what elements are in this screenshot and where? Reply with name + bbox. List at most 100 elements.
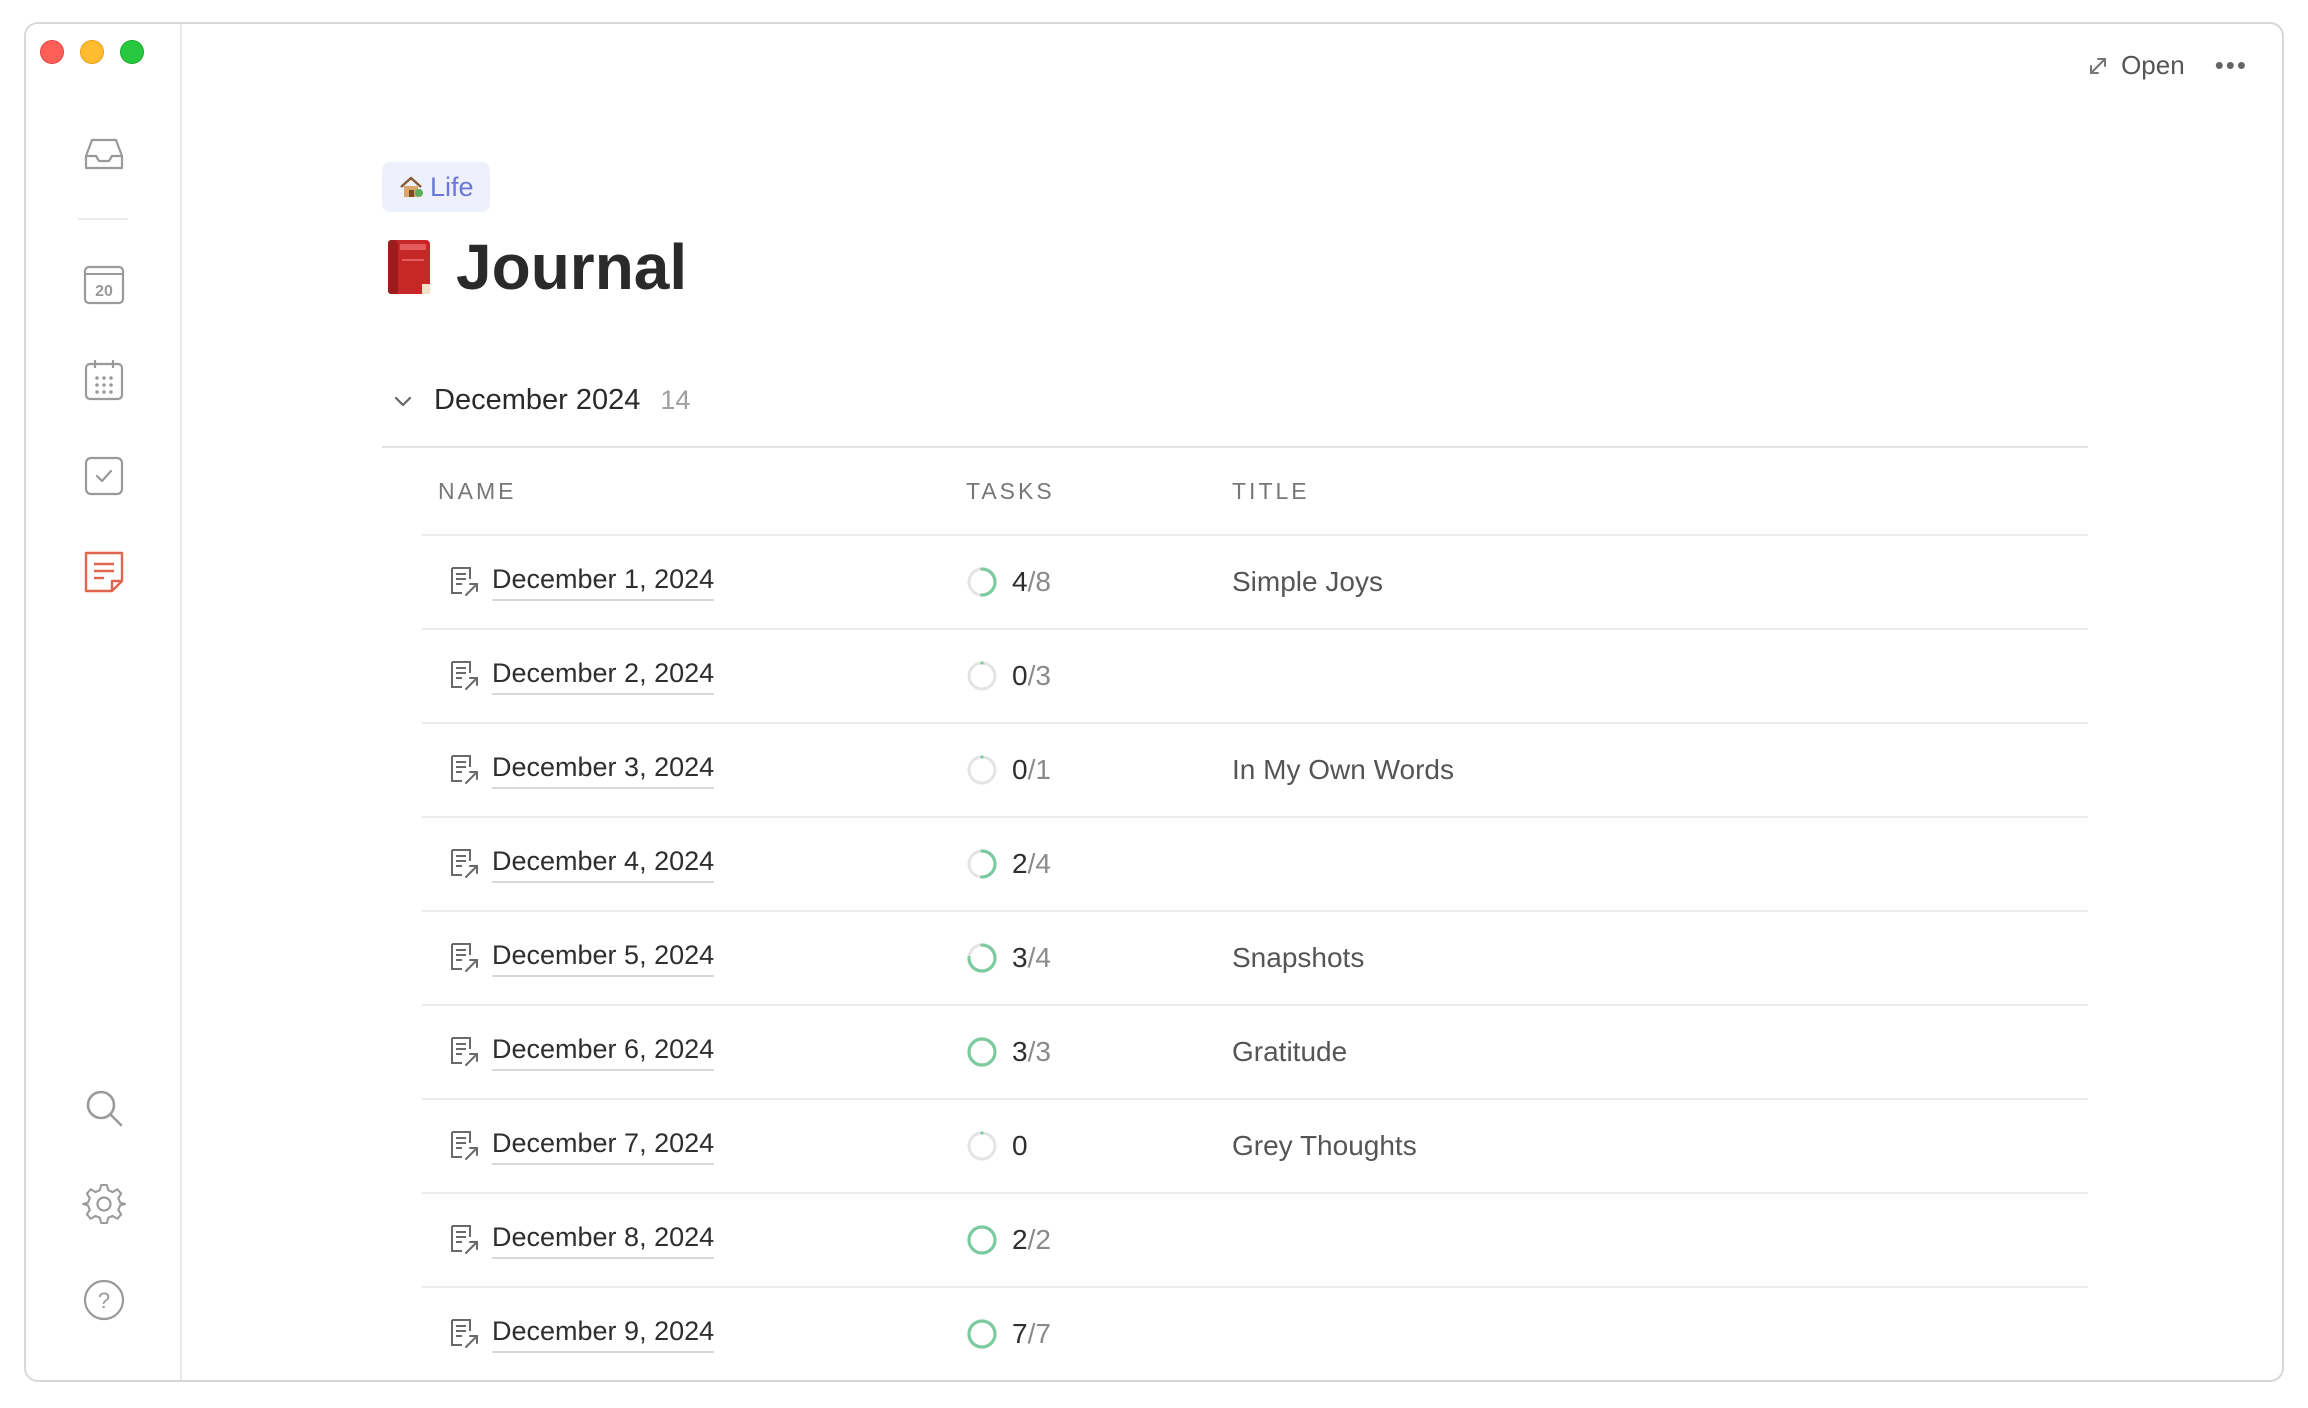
- tasks-cell: 3/3: [954, 1036, 1212, 1068]
- table-row[interactable]: December 4, 2024 2/4: [422, 818, 2088, 912]
- entry-name-link[interactable]: December 6, 2024: [492, 1034, 715, 1071]
- column-header-tasks[interactable]: TASKS: [954, 478, 1212, 505]
- tasks-cell: 4/8: [954, 566, 1212, 598]
- tasks-done: 3: [1012, 942, 1028, 973]
- name-cell[interactable]: December 8, 2024: [422, 1222, 954, 1259]
- name-cell[interactable]: December 4, 2024: [422, 846, 954, 883]
- tasks-total: /7: [1027, 1318, 1051, 1349]
- sidebar-divider: [78, 218, 128, 220]
- column-header-name[interactable]: NAME: [422, 478, 954, 505]
- tasks-cell: 3/4: [954, 942, 1212, 974]
- tasks-total: /8: [1027, 566, 1051, 597]
- progress-ring-icon: [967, 1131, 997, 1161]
- table-header: NAME TASKS TITLE: [422, 448, 2088, 536]
- journal-notes-icon[interactable]: [78, 546, 130, 598]
- name-cell[interactable]: December 6, 2024: [422, 1034, 954, 1071]
- tasks-total: /3: [1027, 660, 1051, 691]
- entry-title[interactable]: Snapshots: [1212, 942, 2088, 974]
- table-row[interactable]: December 8, 2024 2/2: [422, 1194, 2088, 1288]
- today-calendar-icon[interactable]: 20: [78, 258, 130, 310]
- entry-name-link[interactable]: December 1, 2024: [492, 564, 715, 601]
- tasks-cell: 2/2: [954, 1224, 1212, 1256]
- tasks-count: 0: [1012, 1130, 1028, 1162]
- tasks-count: 0/1: [1012, 754, 1051, 786]
- linked-note-icon: [451, 755, 478, 784]
- linked-note-icon: [451, 1037, 478, 1066]
- area-tag-label: Life: [430, 171, 474, 202]
- tasks-count: 3/4: [1012, 942, 1051, 974]
- red-book-icon: [388, 240, 430, 294]
- table-row[interactable]: December 5, 2024 3/4 Snapshots: [422, 912, 2088, 1006]
- tasks-count: 0/3: [1012, 660, 1051, 692]
- tasks-done: 3: [1012, 1036, 1028, 1067]
- group-header[interactable]: December 2024 14: [392, 384, 690, 417]
- name-cell[interactable]: December 3, 2024: [422, 752, 954, 789]
- entry-title[interactable]: In My Own Words: [1212, 754, 2088, 786]
- minimize-window-button[interactable]: [80, 40, 104, 64]
- area-tag[interactable]: Life: [382, 162, 490, 212]
- entry-name-link[interactable]: December 5, 2024: [492, 940, 715, 977]
- open-button[interactable]: Open: [2087, 50, 2185, 81]
- entry-name-link[interactable]: December 8, 2024: [492, 1222, 715, 1259]
- tasks-count: 2/4: [1012, 848, 1051, 880]
- entry-name-link[interactable]: December 3, 2024: [492, 752, 715, 789]
- entry-title[interactable]: Simple Joys: [1212, 566, 2088, 598]
- house-icon: [400, 176, 423, 197]
- name-cell[interactable]: December 9, 2024: [422, 1316, 954, 1353]
- close-window-button[interactable]: [40, 40, 64, 64]
- expand-icon: [2090, 57, 2107, 74]
- tasks-checkbox-icon[interactable]: [78, 450, 130, 502]
- tasks-total: /1: [1027, 754, 1051, 785]
- table-row[interactable]: December 1, 2024 4/8 Simple Joys: [422, 536, 2088, 630]
- help-icon[interactable]: ?: [78, 1274, 130, 1326]
- tasks-cell: 0: [954, 1130, 1212, 1162]
- table-row[interactable]: December 3, 2024 0/1 In My Own Words: [422, 724, 2088, 818]
- linked-note-icon: [451, 849, 478, 878]
- column-header-title[interactable]: TITLE: [1212, 478, 2088, 505]
- entry-name-link[interactable]: December 9, 2024: [492, 1316, 715, 1353]
- app-window: 20 ? Open ••• Life Journal December 2024…: [24, 22, 2284, 1382]
- maximize-window-button[interactable]: [120, 40, 144, 64]
- search-icon[interactable]: [78, 1082, 130, 1134]
- entry-name-link[interactable]: December 2, 2024: [492, 658, 715, 695]
- settings-gear-icon[interactable]: [78, 1178, 130, 1230]
- tasks-total: /4: [1027, 848, 1051, 879]
- svg-text:?: ?: [98, 1288, 110, 1313]
- name-cell[interactable]: December 7, 2024: [422, 1128, 954, 1165]
- month-calendar-icon[interactable]: [78, 354, 130, 406]
- table-row[interactable]: December 2, 2024 0/3: [422, 630, 2088, 724]
- page-title: Journal: [382, 230, 687, 304]
- table-row[interactable]: December 6, 2024 3/3 Gratitude: [422, 1006, 2088, 1100]
- table-row[interactable]: December 7, 2024 0 Grey Thoughts: [422, 1100, 2088, 1194]
- calendar-day-number: 20: [95, 283, 113, 300]
- tasks-total: /3: [1027, 1036, 1051, 1067]
- linked-note-icon: [451, 567, 478, 596]
- entry-name-link[interactable]: December 4, 2024: [492, 846, 715, 883]
- entry-name-link[interactable]: December 7, 2024: [492, 1128, 715, 1165]
- tasks-count: 7/7: [1012, 1318, 1051, 1350]
- linked-note-icon: [451, 1225, 478, 1254]
- linked-note-icon: [451, 1319, 478, 1348]
- entry-title[interactable]: Gratitude: [1212, 1036, 2088, 1068]
- tasks-cell: 7/7: [954, 1318, 1212, 1350]
- name-cell[interactable]: December 1, 2024: [422, 564, 954, 601]
- window-controls: [40, 40, 144, 64]
- open-label: Open: [2121, 50, 2185, 80]
- tasks-cell: 0/1: [954, 754, 1212, 786]
- group-count: 14: [660, 385, 691, 415]
- top-actions: Open •••: [2087, 50, 2248, 81]
- chevron-down-icon[interactable]: [392, 390, 414, 412]
- more-options-button[interactable]: •••: [2215, 50, 2248, 81]
- page-title-text: Journal: [456, 231, 688, 303]
- tasks-done: 0: [1012, 754, 1028, 785]
- name-cell[interactable]: December 2, 2024: [422, 658, 954, 695]
- tasks-done: 2: [1012, 848, 1028, 879]
- table-body: December 1, 2024 4/8 Simple Joys December 2…: [422, 536, 2088, 1380]
- entry-title[interactable]: Grey Thoughts: [1212, 1130, 2088, 1162]
- tasks-total: /4: [1027, 942, 1051, 973]
- table-row[interactable]: December 9, 2024 7/7: [422, 1288, 2088, 1380]
- inbox-icon[interactable]: [78, 128, 130, 180]
- progress-ring-icon: [967, 1225, 997, 1255]
- name-cell[interactable]: December 5, 2024: [422, 940, 954, 977]
- progress-ring-icon: [967, 1037, 997, 1067]
